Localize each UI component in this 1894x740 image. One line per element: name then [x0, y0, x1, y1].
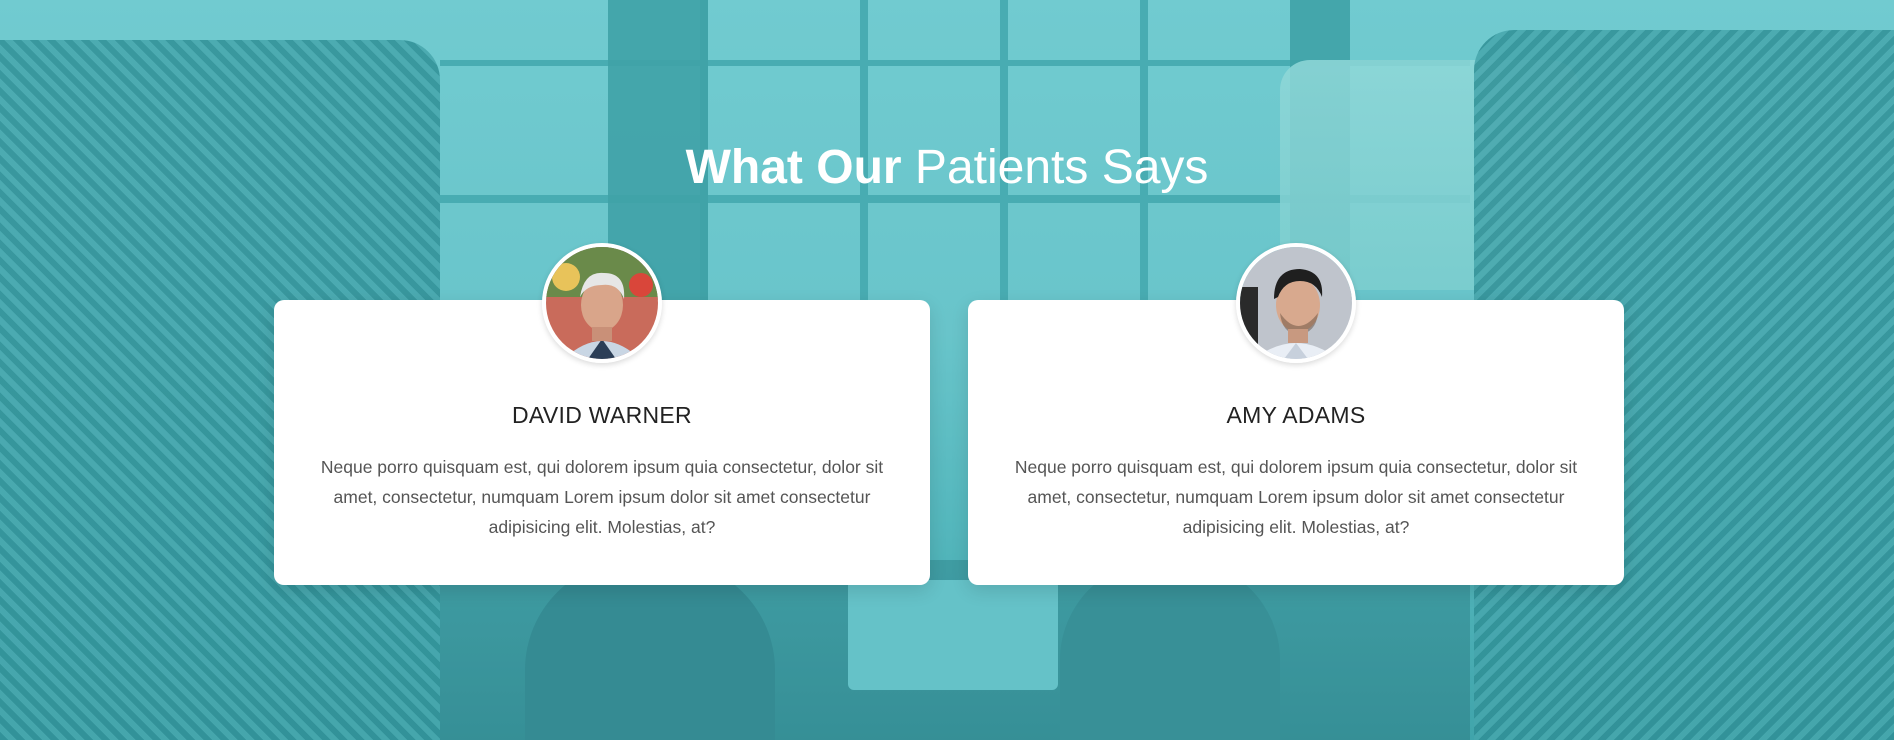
testimonial-name: AMY ADAMS [1226, 402, 1366, 428]
section-title-bold: What Our [685, 141, 902, 194]
section-title-light: Patients Says [914, 141, 1209, 194]
testimonial-card: AMY ADAMS Neque porro quisquam est, qui … [968, 243, 1624, 585]
testimonial-text: Neque porro quisquam est, qui dolorem ip… [320, 457, 884, 537]
avatar-photo-david [546, 247, 658, 359]
avatar [1236, 243, 1356, 363]
testimonial-card: DAVID WARNER Neque porro quisquam est, q… [274, 243, 930, 585]
avatar-photo-amy [1240, 247, 1352, 359]
testimonial-name: DAVID WARNER [512, 402, 692, 428]
section-title: What Our Patients Says [0, 136, 1894, 200]
avatar [542, 243, 662, 363]
testimonial-text: Neque porro quisquam est, qui dolorem ip… [1014, 457, 1578, 537]
